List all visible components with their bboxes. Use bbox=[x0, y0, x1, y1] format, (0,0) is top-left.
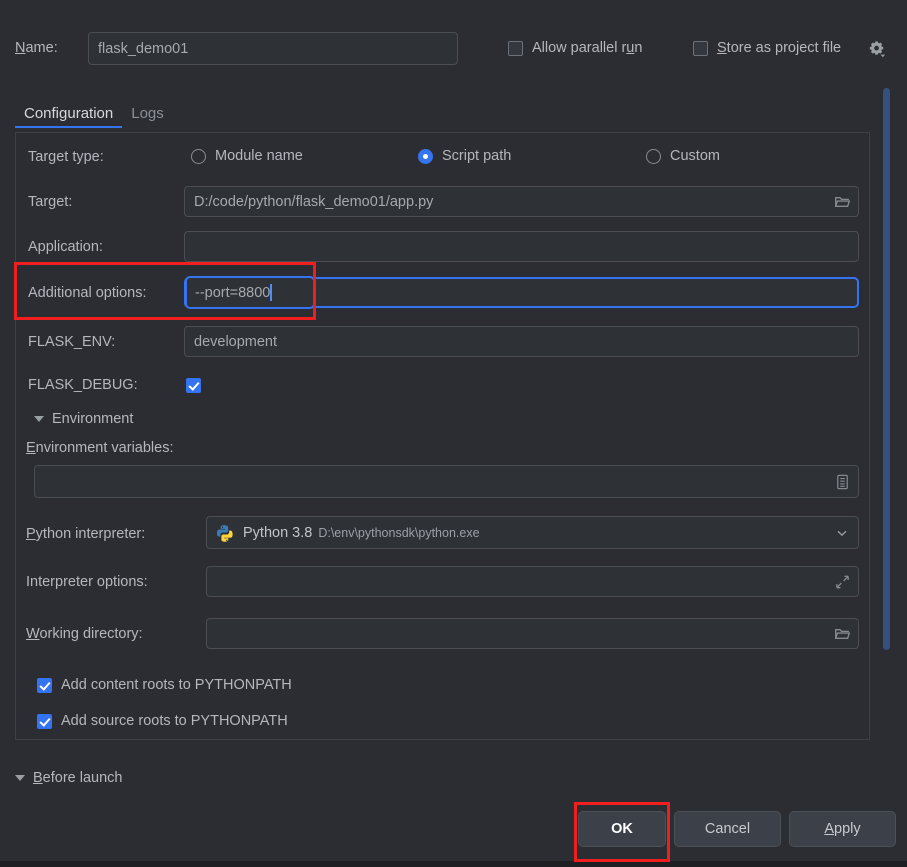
scrollbar-thumb[interactable] bbox=[883, 88, 890, 650]
radio-script-path-button[interactable] bbox=[418, 148, 433, 164]
application-field-wrap bbox=[184, 231, 859, 262]
expand-icon[interactable] bbox=[834, 573, 851, 590]
radio-script-path-label: Script path bbox=[442, 148, 512, 164]
environment-variables-label: Environment variables: bbox=[26, 440, 174, 456]
interpreter-options-field-wrap bbox=[206, 566, 859, 597]
target-label: Target: bbox=[28, 194, 73, 210]
tab-bar: Configuration Logs bbox=[15, 105, 870, 132]
working-directory-folder-icon[interactable] bbox=[834, 625, 851, 642]
python-interpreter-name: Python 3.8 bbox=[243, 524, 313, 541]
flask-debug-checkbox[interactable] bbox=[186, 378, 201, 393]
cancel-button[interactable]: Cancel bbox=[674, 811, 781, 847]
application-input[interactable] bbox=[184, 231, 859, 262]
radio-custom[interactable]: Custom bbox=[646, 148, 720, 164]
environment-variables-field-wrap bbox=[34, 465, 859, 498]
allow-parallel-run-label: Allow parallel run bbox=[532, 40, 643, 56]
target-folder-icon[interactable] bbox=[834, 193, 851, 210]
store-as-project-file-checkbox[interactable] bbox=[693, 40, 708, 56]
application-label: Application: bbox=[28, 239, 103, 255]
apply-button[interactable]: Apply bbox=[789, 811, 896, 847]
additional-options-label: Additional options: bbox=[28, 285, 147, 301]
configuration-panel: Target type: Module name Script path Cus… bbox=[15, 132, 870, 740]
python-interpreter-path: D:\env\pythonsdk\python.exe bbox=[318, 525, 480, 540]
add-source-roots-checkbox[interactable] bbox=[37, 713, 52, 729]
radio-custom-button[interactable] bbox=[646, 148, 661, 164]
ok-button[interactable]: OK bbox=[578, 811, 666, 847]
additional-options-focused-editor[interactable]: --port=8800 bbox=[185, 276, 315, 309]
working-directory-field-wrap bbox=[206, 618, 859, 649]
interpreter-options-label: Interpreter options: bbox=[26, 574, 148, 590]
name-input[interactable] bbox=[88, 32, 458, 65]
python-interpreter-combobox[interactable]: Python 3.8 D:\env\pythonsdk\python.exe bbox=[206, 516, 859, 549]
name-label: Name: bbox=[15, 40, 58, 56]
chevron-down-icon[interactable] bbox=[836, 527, 848, 539]
name-row: Name: Allow parallel run Store as projec… bbox=[0, 0, 907, 86]
working-directory-label: Working directory: bbox=[26, 626, 143, 642]
text-caret bbox=[270, 284, 272, 301]
environment-section-header[interactable]: Environment bbox=[34, 411, 133, 427]
gear-icon[interactable] bbox=[868, 40, 886, 58]
environment-section-label: Environment bbox=[52, 411, 134, 427]
additional-options-value: --port=8800 bbox=[195, 284, 271, 301]
allow-parallel-run-checkbox[interactable] bbox=[508, 40, 523, 56]
flask-env-input[interactable]: development bbox=[184, 326, 859, 357]
store-as-project-file-label: Store as project file bbox=[717, 40, 842, 56]
flask-debug-label: FLASK_DEBUG: bbox=[28, 377, 138, 393]
python-interpreter-label: Python interpreter: bbox=[26, 526, 146, 542]
python-interpreter-field-wrap: Python 3.8 D:\env\pythonsdk\python.exe bbox=[206, 516, 859, 549]
flask-env-label: FLASK_ENV: bbox=[28, 334, 116, 350]
environment-variables-input[interactable] bbox=[34, 465, 859, 498]
add-content-roots-checkbox[interactable] bbox=[37, 677, 52, 693]
store-as-project-file-checkbox-row[interactable]: Store as project file bbox=[693, 40, 841, 56]
tab-configuration[interactable]: Configuration bbox=[15, 105, 123, 128]
radio-script-path[interactable]: Script path bbox=[418, 148, 511, 164]
flask-env-field-wrap: development bbox=[184, 326, 859, 357]
add-source-roots-label: Add source roots to PYTHONPATH bbox=[61, 713, 288, 729]
add-source-roots-checkbox-row[interactable]: Add source roots to PYTHONPATH bbox=[37, 713, 288, 729]
before-launch-label: Before launch bbox=[33, 770, 123, 786]
add-content-roots-label: Add content roots to PYTHONPATH bbox=[61, 677, 292, 693]
interpreter-options-input[interactable] bbox=[206, 566, 859, 597]
chevron-down-icon[interactable] bbox=[34, 416, 44, 422]
before-launch-section[interactable]: Before launch bbox=[15, 770, 122, 786]
radio-module-name-label: Module name bbox=[215, 148, 303, 164]
target-field-wrap: D:/code/python/flask_demo01/app.py bbox=[184, 186, 859, 217]
radio-module-name[interactable]: Module name bbox=[191, 148, 303, 164]
target-input[interactable]: D:/code/python/flask_demo01/app.py bbox=[184, 186, 859, 217]
tab-logs[interactable]: Logs bbox=[122, 105, 173, 128]
working-directory-input[interactable] bbox=[206, 618, 859, 649]
list-editor-icon[interactable] bbox=[834, 473, 851, 490]
python-icon bbox=[216, 524, 233, 542]
add-content-roots-checkbox-row[interactable]: Add content roots to PYTHONPATH bbox=[37, 677, 292, 693]
allow-parallel-run-checkbox-row[interactable]: Allow parallel run bbox=[508, 40, 642, 56]
bottom-strip bbox=[0, 861, 907, 867]
apply-button-label: Apply bbox=[824, 821, 861, 837]
radio-module-name-button[interactable] bbox=[191, 148, 206, 164]
chevron-down-icon[interactable] bbox=[15, 775, 25, 781]
target-type-label: Target type: bbox=[28, 149, 104, 165]
radio-custom-label: Custom bbox=[670, 148, 720, 164]
